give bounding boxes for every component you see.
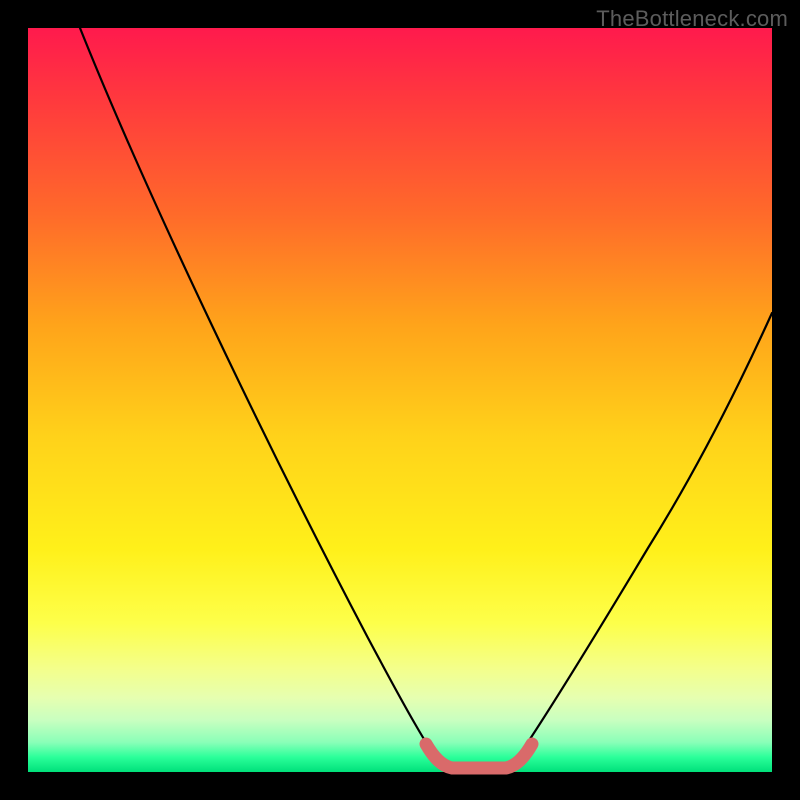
trough-highlight — [426, 744, 532, 768]
left-curve — [80, 28, 440, 763]
chart-svg — [28, 28, 772, 772]
right-curve — [514, 313, 772, 763]
plot-area — [28, 28, 772, 772]
chart-stage: TheBottleneck.com — [0, 0, 800, 800]
